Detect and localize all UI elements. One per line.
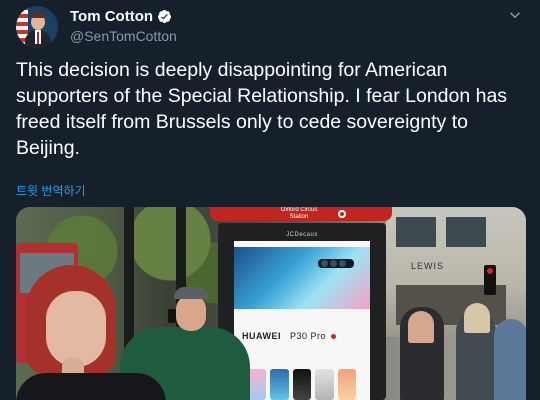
huawei-ad-panel: HUAWEI P30 Pro [234, 241, 370, 400]
man-cap [174, 287, 208, 299]
man-face [176, 295, 206, 331]
chevron-down-icon[interactable] [506, 6, 524, 24]
author-display-name[interactable]: Tom Cotton [70, 8, 153, 25]
avatar-tie [37, 32, 39, 44]
tweet-header: Tom Cotton @SenTomCotton [16, 4, 524, 48]
woman-face [46, 291, 106, 367]
display-name-row: Tom Cotton [70, 6, 177, 26]
station-sign: Oxford Circus Station [210, 207, 392, 221]
pedestrian-crowd [390, 297, 526, 400]
phone-camera-icon [318, 259, 354, 268]
red-light [487, 268, 493, 274]
underground-roundel-icon [338, 210, 346, 218]
tweet-card: Tom Cotton @SenTomCotton This decision i… [0, 0, 540, 400]
kiosk-brand: JCDecaux [286, 232, 318, 238]
tweet-photo[interactable]: LEWIS Oxford Circus Station JCDecaux HUA… [16, 207, 526, 400]
building-window [396, 217, 436, 247]
avatar-hair [30, 12, 46, 18]
tweet-text: This decision is deeply disappointing fo… [16, 59, 508, 159]
station-sign-text: Oxford Circus Station [280, 207, 318, 220]
traffic-light [484, 265, 496, 295]
woman-on-phone [16, 265, 176, 400]
author-names: Tom Cotton @SenTomCotton [70, 6, 177, 45]
black-coat [16, 373, 166, 400]
shop-sign: LEWIS [410, 261, 444, 271]
building-window [446, 217, 486, 247]
ad-model-name: P30 Pro [290, 331, 327, 341]
phone-banner [234, 247, 370, 309]
verified-badge-icon [157, 9, 172, 23]
author-avatar[interactable] [16, 6, 58, 48]
author-handle[interactable]: @SenTomCotton [70, 28, 177, 44]
translate-tweet-link[interactable]: 트윗 번역하기 [16, 182, 86, 199]
phone-lineup [248, 369, 357, 400]
brand-dot-icon [331, 334, 337, 340]
ad-brand: HUAWEI P30 Pro [242, 331, 337, 341]
